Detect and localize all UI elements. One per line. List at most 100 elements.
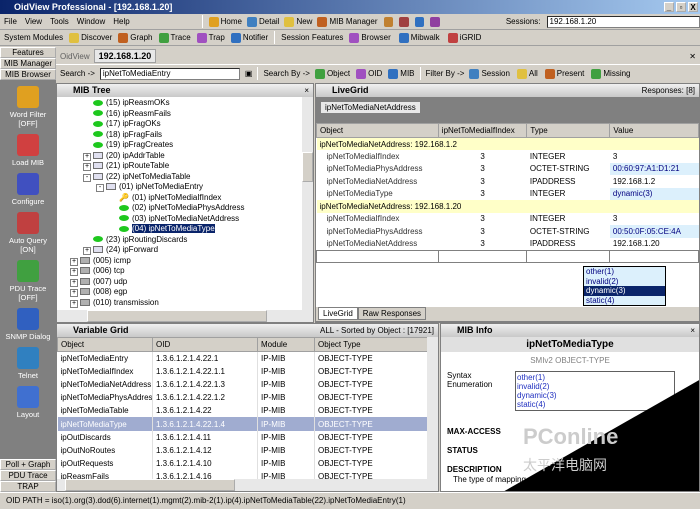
column-header-object[interactable]: Object xyxy=(57,337,153,352)
expand-plus-icon[interactable]: + xyxy=(70,289,78,297)
tree-node[interactable]: + (21) ipRouteTable xyxy=(57,161,313,172)
tree-node[interactable]: (16) ipReasmFails xyxy=(57,109,313,120)
dropdown-option[interactable]: other(1) xyxy=(584,267,665,277)
close-icon[interactable]: × xyxy=(304,84,309,97)
sidebar-item-layout[interactable]: Layout xyxy=(0,386,56,419)
value-cell[interactable]: 192.168.1.20 xyxy=(610,238,699,251)
table-row[interactable]: ipNetToMediaIfIndex 3 INTEGER 3 xyxy=(317,150,699,163)
dropdown-option[interactable]: static(4) xyxy=(584,296,665,306)
expand-minus-icon[interactable]: - xyxy=(96,184,104,192)
column-header-object[interactable]: Object xyxy=(316,123,439,138)
expand-plus-icon[interactable]: + xyxy=(83,247,91,255)
tree-node[interactable]: + (20) ipAddrTable xyxy=(57,151,313,162)
search-go-icon[interactable]: ▣ xyxy=(245,69,253,78)
menu-file[interactable]: File xyxy=(4,17,17,26)
tree-node[interactable]: + (006) tcp xyxy=(57,266,313,277)
object-button[interactable]: Object xyxy=(314,68,350,79)
search-input[interactable]: ipNetToMediaEntry xyxy=(99,67,240,80)
missing-button[interactable]: Missing xyxy=(591,68,631,79)
sidebar-item-word-filter-off[interactable]: Word Filter [OFF] xyxy=(0,86,56,128)
notifier-button[interactable]: Notifier xyxy=(230,32,268,43)
horizontal-scrollbar[interactable] xyxy=(57,310,313,322)
index-button[interactable]: ipNetToMediaNetAddress xyxy=(320,101,421,114)
tree-node[interactable]: 🔑 (01) ipNetToMediaIfIndex xyxy=(57,193,313,204)
value-cell[interactable]: 3 xyxy=(610,213,699,226)
tree-node[interactable]: - (01) ipNetToMediaEntry xyxy=(57,182,313,193)
value-cell[interactable]: 00:60:97:A1:D1:21 xyxy=(609,162,699,175)
tree-node[interactable]: + (010) transmission xyxy=(57,298,313,309)
table-row[interactable]: ipNetToMediaPhysAddress 3 OCTET-STRING 00:6… xyxy=(317,162,699,175)
column-header-type[interactable]: Type xyxy=(526,123,611,138)
tree-node[interactable]: + (24) ipForward xyxy=(57,245,313,256)
detail-button[interactable]: Detail xyxy=(247,16,279,27)
expand-plus-icon[interactable]: + xyxy=(83,152,91,161)
table-row[interactable]: ipOutRequests 1.3.6.1.2.1.4.10 IP-MIB OBJEC… xyxy=(57,457,430,471)
dropdown-option[interactable]: dynamic(3) xyxy=(584,286,665,296)
oid-button[interactable]: OID xyxy=(356,68,382,79)
tree-node[interactable]: (17) ipFragOKs xyxy=(57,119,313,130)
tree-node[interactable]: (04) ipNetToMediaType xyxy=(57,224,313,235)
table-row[interactable]: ipNetToMediaType 1.3.6.1.2.1.4.22.1.4 IP-M… xyxy=(57,417,430,431)
tab-oidview[interactable]: OidView xyxy=(60,52,90,61)
sidebar-item-load-mib[interactable]: Load MIB xyxy=(0,134,56,167)
session-button[interactable]: Session xyxy=(469,68,510,79)
vertical-scrollbar[interactable] xyxy=(427,337,438,480)
table-row[interactable]: ipNetToMediaIfIndex 3 INTEGER 3 xyxy=(317,213,699,226)
value-cell[interactable]: other(1) xyxy=(609,249,699,263)
tab-livegrid[interactable]: LiveGrid xyxy=(318,307,358,320)
column-header-value[interactable]: Value xyxy=(609,123,699,138)
tab-raw-responses[interactable]: Raw Responses xyxy=(357,307,427,320)
tree-node[interactable]: (02) ipNetToMediaPhysAddress xyxy=(57,203,313,214)
sidebar-item-configure[interactable]: Configure xyxy=(0,173,56,206)
graph-button[interactable]: Graph xyxy=(118,32,153,43)
group-row[interactable]: ipNetToMediaNetAddress: 192.168.1.20 xyxy=(316,200,699,213)
tree-node[interactable]: - (22) ipNetToMediaTable xyxy=(57,172,313,183)
table-row[interactable]: ipNetToMediaIfIndex 1.3.6.1.2.1.4.22.1.1 I… xyxy=(57,364,430,378)
close-tab-icon[interactable]: ✕ xyxy=(689,52,696,61)
table-row[interactable]: ipNetToMediaPhysAddress 1.3.6.1.2.1.4.22.… xyxy=(57,391,430,405)
trace-button[interactable]: Trace xyxy=(158,32,191,43)
column-header-oid[interactable]: OID xyxy=(152,337,258,352)
table-row[interactable]: ipOutNoRoutes 1.3.6.1.2.1.4.12 IP-MIB OBJEC… xyxy=(57,443,430,457)
tree-node[interactable]: (18) ipFragFails xyxy=(57,130,313,141)
mib-tree[interactable]: (15) ipReasmOKs (16) ipReasmFails (17) ipF… xyxy=(57,97,313,309)
tree-node[interactable]: (23) ipRoutingDiscards xyxy=(57,235,313,246)
tab-session[interactable]: 192.168.1.20 xyxy=(93,49,157,63)
value-cell[interactable]: 3 xyxy=(610,150,699,163)
sidebar-tab-mib-manager[interactable]: MIB Manager xyxy=(0,58,56,69)
expand-plus-icon[interactable]: + xyxy=(70,299,78,308)
sidebar-item-snmp-dialog[interactable]: SNMP Dialog xyxy=(0,308,56,341)
sidebar-tab-pdu-trace[interactable]: PDU Trace xyxy=(0,470,56,481)
sidebar-tab-poll-graph[interactable]: Poll + Graph xyxy=(0,459,56,470)
value-cell[interactable]: 00:50:0F:05:CE:4A xyxy=(609,225,699,238)
browser-button[interactable]: Browser xyxy=(349,32,391,43)
home-button[interactable]: Home xyxy=(208,16,242,27)
all-button[interactable]: All xyxy=(516,68,538,79)
table-row[interactable]: ipNetToMediaType 3 INTEGER dynamic(3) xyxy=(317,187,699,200)
menu-view[interactable]: View xyxy=(25,17,42,26)
table-row[interactable]: ipNetToMediaNetAddress 3 IPADDRESS 192.168.… xyxy=(317,238,699,251)
menu-help[interactable]: Help xyxy=(113,17,129,26)
tool-icon[interactable] xyxy=(399,16,409,27)
discover-button[interactable]: Discover xyxy=(69,32,112,43)
tree-node[interactable]: (15) ipReasmOKs xyxy=(57,98,313,109)
tree-node[interactable]: + (005) icmp xyxy=(57,256,313,267)
expand-minus-icon[interactable]: - xyxy=(83,173,91,182)
mib-manager-button[interactable]: MIB Manager xyxy=(317,16,378,27)
dropdown-option[interactable]: invalid(2) xyxy=(584,277,665,287)
tree-node[interactable]: (19) ipFragCreates xyxy=(57,140,313,151)
vertical-scrollbar[interactable] xyxy=(302,97,313,310)
tree-node[interactable]: + (008) egp xyxy=(57,287,313,298)
table-row[interactable]: ipNetToMediaPhysAddress 3 OCTET-STRING 00:5… xyxy=(317,225,699,238)
close-button[interactable]: X xyxy=(688,2,698,12)
expand-plus-icon[interactable]: + xyxy=(83,163,91,171)
value-cell[interactable]: dynamic(3) xyxy=(609,187,699,200)
sessions-select[interactable]: 192.168.1.20 xyxy=(546,15,700,28)
sidebar-item-telnet[interactable]: Telnet xyxy=(0,347,56,380)
tree-node[interactable]: (03) ipNetToMediaNetAddress xyxy=(57,214,313,225)
mibwalk-button[interactable]: Mibwalk xyxy=(398,32,440,43)
trap-button[interactable]: Trap xyxy=(196,32,225,43)
horizontal-scrollbar[interactable] xyxy=(57,479,438,491)
table-row[interactable]: ipNetToMediaType 3 INTEGER other(1) xyxy=(316,249,699,263)
expand-plus-icon[interactable]: + xyxy=(70,278,78,287)
